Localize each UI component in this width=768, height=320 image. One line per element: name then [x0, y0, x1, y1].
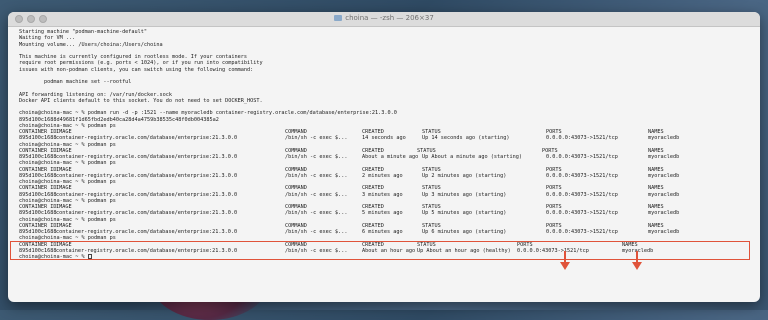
window-title-text: choina — -zsh — 206×37	[345, 14, 434, 22]
prompt-line: choina@choina-mac ~ %	[19, 254, 749, 260]
folder-icon	[334, 15, 343, 21]
prompt-text: choina@choina-mac ~ % podman ps	[19, 179, 116, 185]
terminal-window: choina — -zsh — 206×37 Starting machine …	[8, 12, 760, 302]
title-bar[interactable]: choina — -zsh — 206×37	[8, 12, 760, 27]
prompt-text: choina@choina-mac ~ % podman ps	[19, 141, 116, 148]
terminal-output[interactable]: Starting machine "podman-machine-default…	[8, 27, 760, 302]
prompt-text: choina@choina-mac ~ % podman ps	[19, 216, 116, 223]
prompt-text: choina@choina-mac ~ % podman ps	[19, 197, 116, 204]
text-cursor[interactable]	[87, 254, 92, 259]
window-title: choina — -zsh — 206×37	[8, 14, 760, 22]
prompt-text: choina@choina-mac ~ %	[19, 254, 88, 260]
prompt-text: choina@choina-mac ~ % podman ps	[19, 235, 116, 242]
prompt-text: choina@choina-mac ~ % podman ps	[19, 160, 116, 167]
